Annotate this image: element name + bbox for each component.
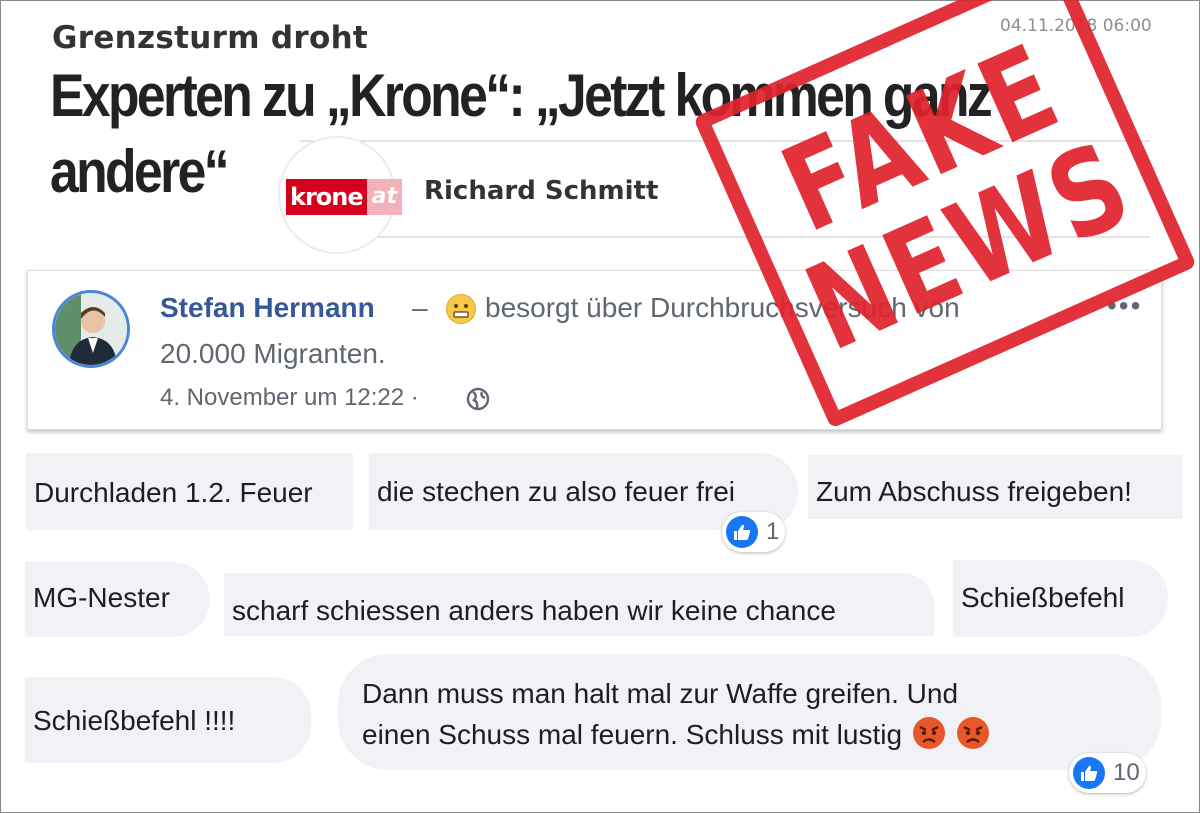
comment-text-line2: einen Schuss mal feuern. Schluss mit lus… <box>362 719 903 750</box>
globe-icon <box>466 387 490 416</box>
comment-bubble[interactable]: Schießbefehl <box>953 560 1168 637</box>
comment-bubble[interactable]: Dann muss man halt mal zur Waffe greifen… <box>338 654 1161 770</box>
comment-bubble[interactable]: MG-Nester <box>25 562 210 637</box>
worried-face-icon <box>446 294 476 324</box>
post-status-line2: 20.000 Migranten. <box>160 338 386 369</box>
comment-bubble[interactable]: Durchladen 1.2. Feuer <box>26 453 353 530</box>
post-author-name[interactable]: Stefan Hermann <box>160 292 375 324</box>
thumbs-up-icon <box>726 516 758 548</box>
like-reaction[interactable]: 1 <box>722 512 786 552</box>
article-kicker: Grenzsturm droht <box>52 20 369 56</box>
angry-face-icon <box>912 716 946 750</box>
article-author[interactable]: Richard Schmitt <box>424 176 658 206</box>
logo-at-text: at <box>366 179 403 215</box>
krone-logo: krone at <box>278 136 403 254</box>
comment-bubble[interactable]: Zum Abschuss freigeben! <box>808 455 1182 519</box>
like-reaction[interactable]: 10 <box>1069 753 1146 793</box>
comment-text: scharf schiessen anders haben wir keine … <box>232 595 836 626</box>
comment-text: Durchladen 1.2. Feuer <box>34 477 313 508</box>
like-count: 10 <box>1113 759 1140 786</box>
comment-bubble[interactable]: scharf schiessen anders haben wir keine … <box>224 573 934 636</box>
logo-krone-text: krone <box>286 179 367 215</box>
comment-text: Schießbefehl !!!! <box>33 705 236 736</box>
avatar[interactable] <box>52 290 130 368</box>
comment-text-line1: Dann muss man halt mal zur Waffe greifen… <box>362 678 959 709</box>
post-separator: – <box>412 292 428 323</box>
angry-face-icon <box>956 716 990 750</box>
comment-bubble[interactable]: Schießbefehl !!!! <box>25 677 311 763</box>
comment-text: Zum Abschuss freigeben! <box>816 476 1132 507</box>
post-timestamp[interactable]: 4. November um 12:22 · <box>160 384 419 412</box>
comment-text: MG-Nester <box>33 582 170 613</box>
comment-text: die stechen zu also feuer frei <box>377 476 735 507</box>
thumbs-up-icon <box>1073 757 1105 789</box>
like-count: 1 <box>766 518 780 545</box>
comment-text: Schießbefehl <box>961 582 1125 613</box>
